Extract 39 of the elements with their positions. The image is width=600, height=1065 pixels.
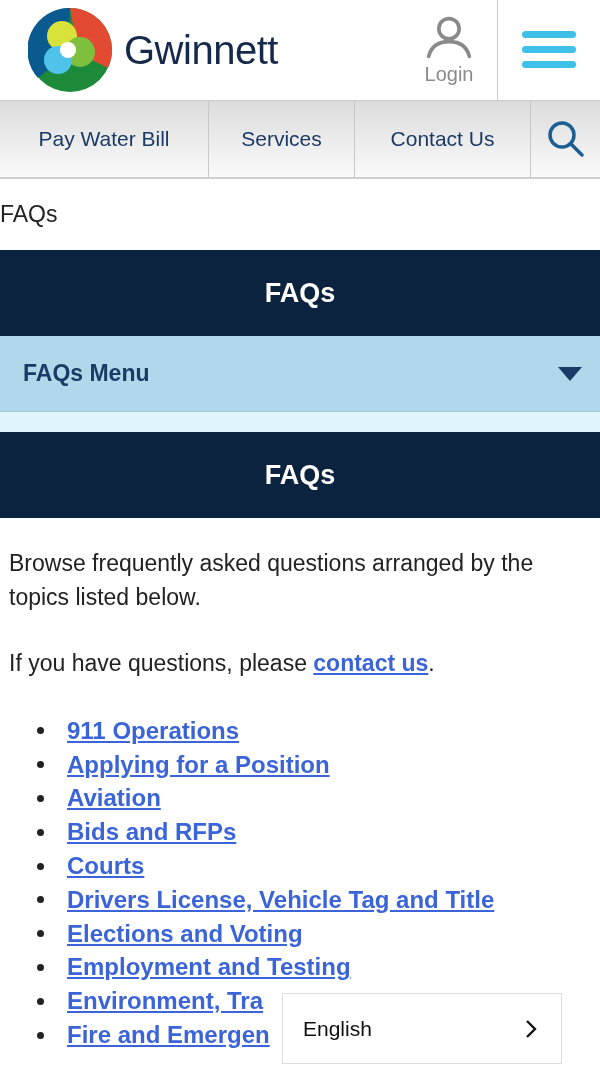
banner: FAQs — [0, 250, 600, 336]
topic-link[interactable]: Fire and Emergen — [67, 1021, 270, 1050]
topic-link[interactable]: Environment, Tra — [67, 987, 264, 1016]
period-text: . — [428, 650, 435, 676]
intro-text: Browse frequently asked questions arranged by the topics listed below. — [9, 549, 535, 612]
topic-link[interactable]: Applying for a Position — [67, 750, 330, 779]
topic-link[interactable]: Courts — [67, 852, 145, 881]
bullet-icon — [37, 930, 44, 938]
topic-link[interactable]: 911 Operations — [67, 716, 240, 745]
logo-icon — [28, 8, 112, 92]
contact-link[interactable]: contact us — [313, 650, 429, 676]
nav-link[interactable]: Pay Water Bill — [0, 101, 209, 177]
page-title: FAQs — [0, 432, 600, 518]
search-icon[interactable] — [546, 120, 585, 158]
bullet-icon — [37, 761, 44, 769]
breadcrumb: FAQs — [0, 201, 58, 228]
user-icon — [425, 14, 473, 59]
topic-link[interactable]: Elections and Voting — [67, 919, 303, 948]
topic-link[interactable]: Aviation — [67, 784, 161, 813]
contact-text: If you have questions, please — [9, 650, 308, 676]
section-menu-toggle[interactable]: FAQs Menu — [0, 336, 600, 411]
topic-link[interactable]: Drivers License, Vehicle Tag and Title — [67, 885, 495, 914]
chevron-icon — [525, 1018, 537, 1039]
nav-link[interactable]: Contact Us — [355, 101, 531, 177]
brand-name: Gwinnett — [124, 27, 278, 73]
bullet-icon — [37, 727, 44, 735]
bullet-icon — [37, 963, 44, 971]
language-selector[interactable]: English — [282, 993, 562, 1064]
topic-link[interactable]: Employment and Testing — [67, 953, 351, 982]
nav-link[interactable]: Services — [209, 101, 355, 177]
bullet-icon — [37, 896, 44, 904]
bullet-icon — [37, 997, 44, 1005]
bullet-icon — [37, 828, 44, 836]
caret-icon — [558, 366, 582, 381]
bullet-icon — [37, 1031, 44, 1039]
bullet-icon — [37, 862, 44, 870]
login-link[interactable]: Login — [401, 0, 497, 100]
bullet-icon — [37, 795, 44, 802]
topic-link[interactable]: Bids and RFPs — [67, 818, 237, 847]
